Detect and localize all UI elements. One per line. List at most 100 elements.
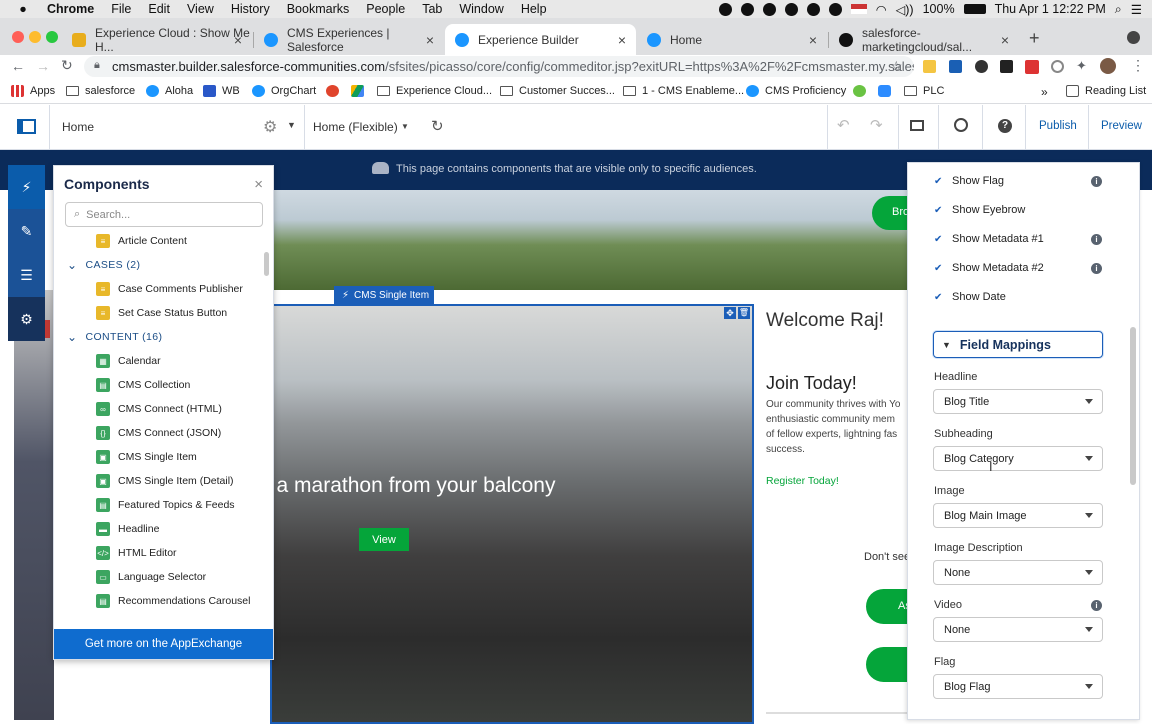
menu-people[interactable]: People xyxy=(366,2,405,16)
bookmark-star-icon[interactable]: ☆ xyxy=(890,58,903,75)
component-list-item[interactable]: ▬ Headline xyxy=(96,520,159,538)
delete-icon[interactable]: 🗑︎ xyxy=(738,307,750,319)
extension-icon[interactable] xyxy=(1025,60,1039,74)
scrollbar-thumb[interactable] xyxy=(1130,327,1136,485)
bookmark-red[interactable] xyxy=(326,85,345,97)
help-icon[interactable]: ? xyxy=(998,119,1012,133)
builder-menu-icon[interactable] xyxy=(17,119,36,134)
bookmarks-overflow-icon[interactable]: » xyxy=(1041,85,1048,99)
back-icon[interactable]: ← xyxy=(11,58,25,74)
close-icon[interactable]: × xyxy=(254,176,263,193)
ask-button[interactable]: As xyxy=(866,589,908,624)
apple-icon[interactable]: ● xyxy=(16,2,30,16)
menu-file[interactable]: File xyxy=(111,2,131,16)
component-list-item[interactable]: ▤ Featured Topics & Feeds xyxy=(96,496,235,514)
menu-app-name[interactable]: Chrome xyxy=(47,2,94,16)
volume-icon[interactable]: ◁)) xyxy=(896,2,914,17)
tab-close-icon[interactable]: × xyxy=(1001,32,1009,48)
flag-icon[interactable] xyxy=(850,4,867,14)
extension-icon[interactable] xyxy=(923,60,936,73)
battery-percent[interactable]: 100% xyxy=(923,2,955,16)
tab-experience-builder[interactable]: Experience Builder × xyxy=(445,24,636,55)
menu-help[interactable]: Help xyxy=(521,2,547,16)
control-center-icon[interactable]: ☰ xyxy=(1131,2,1142,17)
field-mapping-select[interactable]: Blog Title xyxy=(933,389,1103,414)
checkbox-checked-icon[interactable]: ✔ xyxy=(934,263,945,274)
preview-button[interactable]: Preview xyxy=(1101,120,1142,132)
register-link[interactable]: Register Today! xyxy=(766,475,839,487)
tab-search-icon[interactable] xyxy=(1127,31,1140,44)
cloud-icon[interactable] xyxy=(740,2,754,16)
tab-close-icon[interactable]: × xyxy=(809,32,817,48)
appexchange-link[interactable]: Get more on the AppExchange xyxy=(54,629,273,659)
tab-github[interactable]: salesforce-marketingcloud/sal... × xyxy=(829,24,1019,55)
reading-list[interactable]: Reading List xyxy=(1066,85,1146,97)
checkbox-checked-icon[interactable]: ✔ xyxy=(934,292,945,303)
extension-icon[interactable] xyxy=(1051,60,1064,73)
publish-button[interactable]: Publish xyxy=(1039,120,1077,132)
component-list-item[interactable]: ▤ Recommendations Carousel xyxy=(96,592,250,610)
components-lightning-icon[interactable]: ⚡︎ xyxy=(8,165,45,209)
field-mapping-select[interactable]: Blog Category xyxy=(933,446,1103,471)
checkbox-checked-icon[interactable]: ✔ xyxy=(934,234,945,245)
extension-icon[interactable] xyxy=(949,60,962,73)
bookmark-apps[interactable]: Apps xyxy=(11,85,55,97)
component-list-item[interactable]: ▤ CMS Collection xyxy=(96,376,190,394)
field-mapping-select[interactable]: Blog Flag xyxy=(933,674,1103,699)
wifi-icon[interactable]: ◠ xyxy=(876,2,887,17)
checkbox-label[interactable]: Show Metadata #2 xyxy=(952,262,1044,274)
status-app-icon[interactable] xyxy=(762,2,776,16)
component-list-item[interactable]: ≡ Case Comments Publisher xyxy=(96,280,243,298)
bookmark-experience-cloud[interactable]: Experience Cloud... xyxy=(377,85,492,97)
green-button[interactable] xyxy=(866,647,908,682)
scrollbar-thumb[interactable] xyxy=(264,252,269,276)
bookmark-salesforce[interactable]: salesforce xyxy=(66,85,135,97)
menu-edit[interactable]: Edit xyxy=(148,2,170,16)
bookmark-customer-success[interactable]: Customer Succes... xyxy=(500,85,615,97)
menu-window[interactable]: Window xyxy=(459,2,503,16)
component-list-item[interactable]: {} CMS Connect (JSON) xyxy=(96,424,221,442)
extension-icon[interactable] xyxy=(975,60,988,73)
battery-icon[interactable] xyxy=(963,4,986,14)
bookmark-zoom[interactable] xyxy=(878,85,897,97)
component-group-header[interactable]: ⌄ CONTENT (16) xyxy=(67,328,162,346)
menu-tab[interactable]: Tab xyxy=(422,2,442,16)
cms-single-item-photo[interactable] xyxy=(270,304,754,724)
tab-close-icon[interactable]: × xyxy=(426,32,434,48)
puzzle-extensions-icon[interactable]: ✦ xyxy=(1076,58,1087,74)
checkbox-label[interactable]: Show Metadata #1 xyxy=(952,233,1044,245)
tab-experience-cloud[interactable]: Experience Cloud : Show Me H... × xyxy=(62,24,252,55)
field-mapping-select[interactable]: Blog Main Image xyxy=(933,503,1103,528)
status-app-icon[interactable] xyxy=(784,2,798,16)
tab-cms-experiences[interactable]: CMS Experiences | Salesforce × xyxy=(254,24,444,55)
redo-icon[interactable]: ↷ xyxy=(870,116,883,134)
settings-gear-icon[interactable]: ⚙ xyxy=(8,297,45,341)
extension-icon[interactable] xyxy=(1000,60,1013,73)
page-structure-icon[interactable]: ☰ xyxy=(8,253,45,297)
checkbox-label[interactable]: Show Flag xyxy=(952,175,1004,187)
page-settings-gear-icon[interactable]: ⚙ xyxy=(263,117,277,137)
bookmark-aloha[interactable]: Aloha xyxy=(146,85,193,97)
desktop-view-icon[interactable] xyxy=(910,120,924,131)
move-handle-icon[interactable]: ✥ xyxy=(724,307,736,319)
status-app-icon[interactable] xyxy=(718,2,732,16)
bookmark-drive[interactable] xyxy=(351,85,370,97)
language-globe-icon[interactable] xyxy=(954,118,968,132)
checkbox-label[interactable]: Show Date xyxy=(952,291,1006,303)
bookmark-orgchart[interactable]: OrgChart xyxy=(252,85,316,97)
component-list-item[interactable]: ∞ CMS Connect (HTML) xyxy=(96,400,222,418)
component-list-item[interactable]: ▦ Calendar xyxy=(96,352,161,370)
component-list-item[interactable]: </> HTML Editor xyxy=(96,544,177,562)
field-mappings-section-header[interactable]: ▼ Field Mappings xyxy=(933,331,1103,358)
window-close-icon[interactable] xyxy=(12,31,24,43)
reload-icon[interactable]: ↻ xyxy=(61,57,73,74)
profile-avatar[interactable] xyxy=(1100,58,1116,74)
undo-icon[interactable]: ↶ xyxy=(837,116,850,134)
chrome-menu-icon[interactable]: ⋮ xyxy=(1131,57,1145,74)
menubar-datetime[interactable]: Thu Apr 1 12:22 PM xyxy=(995,2,1106,16)
view-button[interactable]: View xyxy=(359,528,409,551)
component-search-input[interactable]: ⌕ Search... xyxy=(65,202,263,227)
component-list-item[interactable]: ▭ Language Selector xyxy=(96,568,206,586)
window-zoom-icon[interactable] xyxy=(46,31,58,43)
info-icon[interactable]: i xyxy=(1091,263,1102,274)
